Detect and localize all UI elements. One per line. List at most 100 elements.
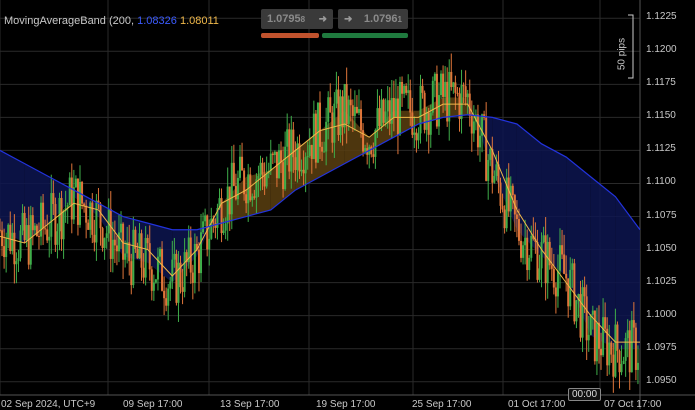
candle-body: [261, 162, 264, 175]
candle-body: [142, 267, 145, 278]
candle-body: [0, 229, 1, 231]
candle-body: [271, 153, 274, 156]
candle-body: [583, 287, 586, 297]
candle-body: [561, 245, 564, 255]
candle-body: [394, 98, 397, 117]
candle-body: [491, 148, 494, 183]
candle-body: [476, 114, 479, 148]
candle-body: [515, 214, 518, 220]
candle-body: [37, 236, 40, 238]
candle-body: [140, 233, 143, 268]
sell-button[interactable]: 1.0795 8 ➜: [261, 9, 333, 29]
candle-body: [79, 181, 81, 225]
candle-body: [1, 230, 4, 247]
candle-body: [44, 228, 47, 230]
candle-body: [616, 324, 619, 351]
price-chart[interactable]: [0, 0, 695, 409]
candle-body: [109, 208, 112, 259]
candle-body: [417, 133, 420, 141]
time-axis-label: 25 Sep 17:00: [412, 399, 472, 410]
candle-body: [165, 298, 168, 306]
candle-body: [113, 239, 116, 246]
candle-body: [136, 248, 139, 259]
candle-body: [282, 162, 285, 190]
candle-body: [144, 237, 147, 278]
candle-body: [265, 173, 268, 187]
candle-body: [423, 92, 426, 130]
candle-body: [304, 157, 307, 174]
candle-body: [202, 221, 205, 233]
candle-body: [624, 338, 627, 361]
candle-body: [399, 81, 401, 135]
time-axis-label: 01 Oct 17:00: [508, 399, 566, 410]
price-axis-label: 1.1150: [646, 110, 676, 122]
candle-body: [540, 242, 543, 269]
price-axis-label: 1.1175: [646, 77, 676, 89]
price-axis-label: 1.1075: [646, 209, 677, 221]
buy-price: 1.0796: [363, 13, 398, 25]
buy-price-pipette: 1: [397, 14, 402, 24]
buy-button[interactable]: ➜ 1.0796 1: [338, 9, 408, 29]
candle-body: [175, 253, 178, 303]
candle-body: [556, 270, 559, 297]
candle-body: [111, 239, 114, 259]
candle-body: [511, 185, 514, 196]
candle-body: [520, 240, 523, 258]
candle-body: [600, 348, 603, 356]
indicator-name: MovingAverageBand (200,: [4, 15, 135, 27]
candle-body: [5, 238, 8, 258]
candle-body: [452, 82, 455, 88]
price-axis-label: 1.1100: [646, 176, 676, 188]
candle-body: [337, 89, 340, 136]
candle-body: [392, 97, 395, 117]
candle-body: [524, 237, 527, 246]
candle-body: [93, 234, 96, 243]
candle-body: [327, 97, 330, 122]
candle-body: [415, 132, 418, 141]
candle-body: [360, 109, 363, 131]
candle-body: [437, 95, 440, 127]
candle-body: [470, 115, 473, 134]
candle-body: [507, 177, 510, 212]
candle-body: [357, 109, 360, 113]
candle-body: [120, 223, 123, 233]
candle-body: [21, 212, 24, 231]
candle-body: [370, 146, 373, 155]
candle-body: [11, 232, 14, 252]
candle-body: [559, 245, 561, 271]
candle-body: [347, 99, 350, 124]
candle-body: [234, 185, 237, 200]
candle-body: [13, 232, 16, 265]
candle-body: [167, 288, 170, 306]
indicator-legend[interactable]: MovingAverageBand (200, 1.08326 1.08011: [4, 15, 219, 27]
candle-body: [440, 73, 443, 96]
candle-body: [628, 330, 631, 373]
candle-body: [161, 248, 164, 291]
candle-body: [300, 169, 303, 172]
price-axis-label: 1.1025: [646, 275, 677, 287]
candle-body: [413, 132, 416, 135]
candle-body: [372, 154, 375, 157]
candle-body: [429, 112, 432, 135]
candle-body: [565, 273, 568, 279]
candle-body: [608, 342, 611, 366]
candle-body: [193, 243, 196, 283]
price-axis-label: 1.1000: [646, 308, 677, 320]
candle-body: [485, 117, 488, 181]
candle-body: [138, 233, 141, 259]
candle-body: [581, 287, 584, 338]
candle-body: [181, 287, 184, 292]
candle-body: [323, 151, 326, 153]
candle-body: [74, 178, 77, 188]
candle-body: [236, 177, 239, 200]
candle-body: [636, 362, 639, 370]
candle-body: [105, 233, 108, 239]
candle-body: [618, 350, 621, 373]
candle-body: [230, 162, 233, 215]
candle-body: [339, 96, 342, 136]
candle-body: [87, 222, 90, 230]
candle-body: [56, 231, 59, 245]
candle-body: [604, 317, 607, 329]
candle-body: [593, 310, 596, 362]
candle-body: [115, 245, 118, 252]
